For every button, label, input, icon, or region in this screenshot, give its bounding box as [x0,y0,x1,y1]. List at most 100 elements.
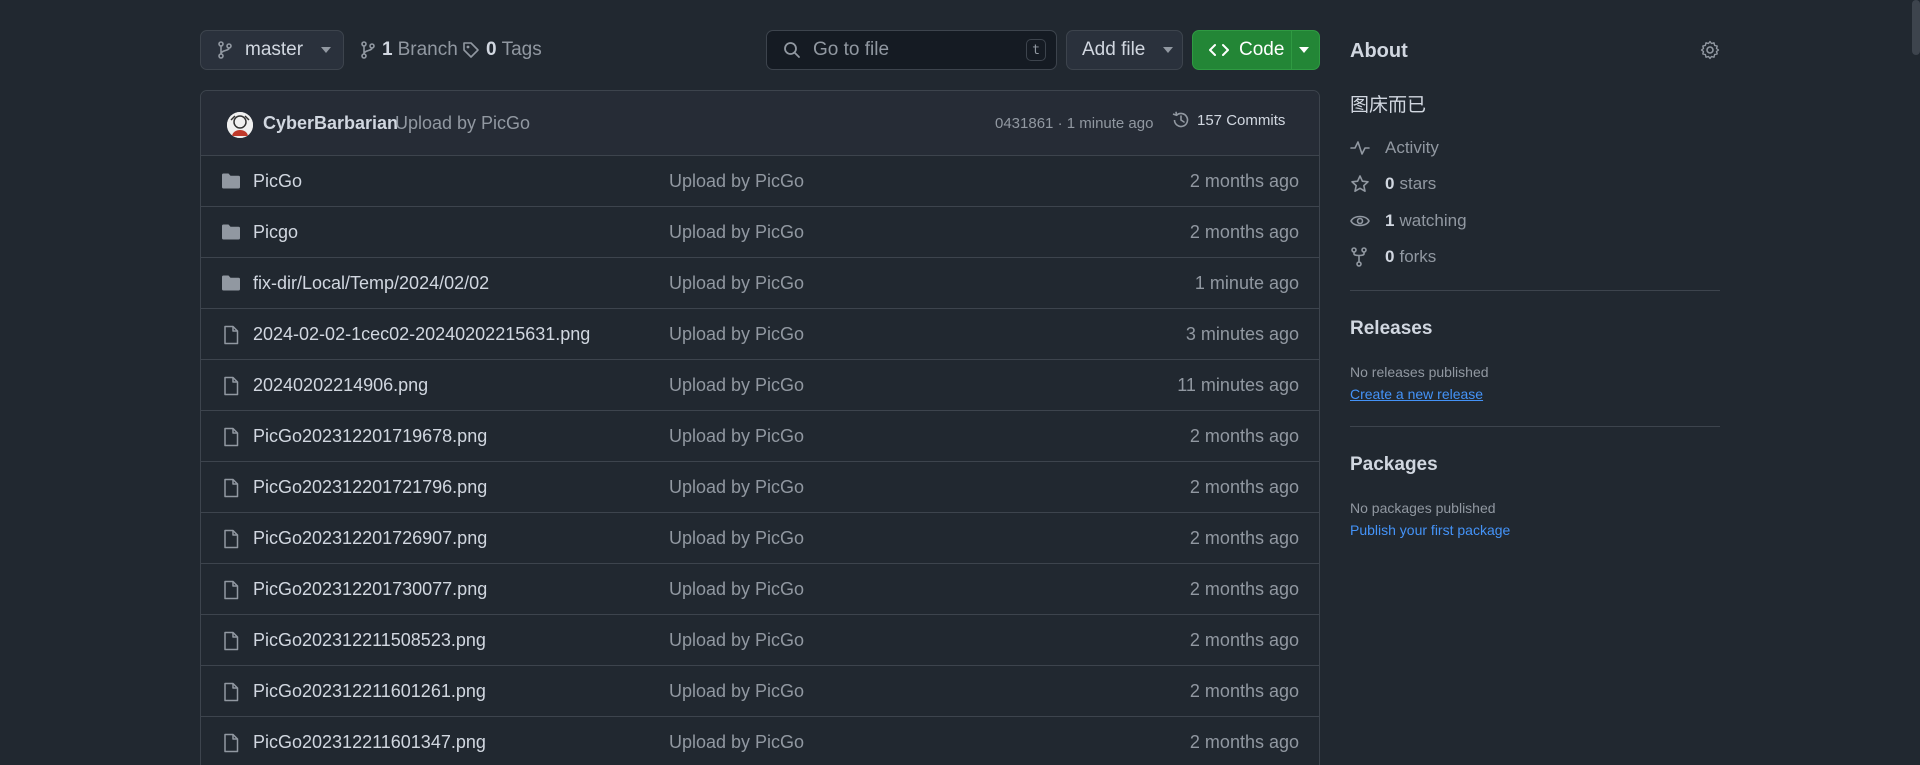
activity-label: Activity [1385,138,1439,157]
file-commit-message[interactable]: Upload by PicGo [669,477,804,498]
button-divider [1291,31,1292,69]
file-name-link[interactable]: PicGo202312201726907.png [253,528,487,549]
packages-empty-text: No packages published [1350,500,1496,516]
file-name-link[interactable]: PicGo202312211601347.png [253,732,486,753]
file-commit-message[interactable]: Upload by PicGo [669,681,804,702]
shortcut-key: t [1026,39,1046,61]
commit-author-link[interactable]: CyberBarbarian [263,113,398,134]
create-release-link[interactable]: Create a new release [1350,386,1483,402]
watching-link[interactable]: 1 watching [1350,211,1467,231]
file-row[interactable]: 20240202214906.png Upload by PicGo 11 minu… [201,360,1319,411]
eye-icon [1350,213,1370,229]
tags-link[interactable]: 0 Tags [462,30,542,70]
file-row[interactable]: fix-dir/Local/Temp/2024/02/02 Upload by P… [201,258,1319,309]
file-list: PicGo Upload by PicGo 2 months ago Picgo Upl… [201,156,1319,765]
branches-link[interactable]: 1 Branch [360,30,458,70]
activity-link[interactable]: Activity [1350,138,1439,158]
search-placeholder: Go to file [813,39,890,60]
file-icon [221,580,241,600]
latest-commit-bar: CyberBarbarian Upload by PicGo 0431861 ·… [201,91,1319,156]
commit-message-link[interactable]: Upload by PicGo [395,113,530,134]
file-row[interactable]: PicGo202312211508523.png Upload by PicGo 2… [201,615,1319,666]
file-commit-message[interactable]: Upload by PicGo [669,426,804,447]
forks-label: forks [1399,247,1437,266]
file-commit-date: 2 months ago [1189,681,1299,701]
folder-icon [221,274,241,292]
file-name-link[interactable]: PicGo202312211508523.png [253,630,486,651]
file-commit-message[interactable]: Upload by PicGo [669,375,804,396]
file-name-link[interactable]: PicGo [253,171,302,192]
forks-count: 0 [1385,247,1395,266]
forks-link[interactable]: 0 forks [1350,247,1436,267]
file-commit-message[interactable]: Upload by PicGo [669,324,804,345]
file-name-link[interactable]: Picgo [253,222,298,243]
commits-count: 157 Commits [1197,111,1286,129]
pulse-icon [1350,139,1370,157]
file-row[interactable]: PicGo202312201719678.png Upload by PicGo 2… [201,411,1319,462]
file-commit-message[interactable]: Upload by PicGo [669,222,804,243]
branch-selector-button[interactable]: master [200,30,344,70]
file-row[interactable]: PicGo202312201730077.png Upload by PicGo 2… [201,564,1319,615]
file-commit-date: 2 months ago [1189,732,1299,752]
file-name-link[interactable]: PicGo202312201719678.png [253,426,487,447]
file-icon [221,427,241,447]
watching-label: watching [1399,211,1467,230]
file-name-link[interactable]: PicGo202312201730077.png [253,579,487,600]
file-name-link[interactable]: 2024-02-02-1cec02-20240202215631.png [253,324,590,345]
about-title: About [1350,40,1408,62]
commit-sha-time[interactable]: 0431861 · 1 minute ago [995,115,1153,132]
chevron-down-icon [1163,47,1174,53]
git-branch-icon [217,41,233,59]
branch-name: master [245,39,304,60]
file-icon [221,325,241,345]
divider [1350,290,1720,291]
code-button[interactable]: Code [1192,30,1320,70]
go-to-file-input[interactable]: Go to file t [766,30,1057,70]
file-icon [221,376,241,396]
file-icon [221,529,241,549]
file-row[interactable]: PicGo202312211601261.png Upload by PicGo 2… [201,666,1319,717]
file-name-link[interactable]: PicGo202312201721796.png [253,477,487,498]
packages-title[interactable]: Packages [1350,454,1438,476]
releases-title[interactable]: Releases [1350,318,1432,340]
file-row[interactable]: PicGo202312201726907.png Upload by PicGo 2… [201,513,1319,564]
file-commit-message[interactable]: Upload by PicGo [669,630,804,651]
code-label: Code [1239,39,1285,60]
file-name-link[interactable]: 20240202214906.png [253,375,428,396]
avatar[interactable] [227,112,253,138]
search-icon [783,41,801,59]
file-commit-message[interactable]: Upload by PicGo [669,528,804,549]
file-commit-message[interactable]: Upload by PicGo [669,579,804,600]
code-icon [1209,42,1229,58]
file-name-link[interactable]: fix-dir/Local/Temp/2024/02/02 [253,273,489,294]
file-icon [221,682,241,702]
releases-empty-text: No releases published [1350,364,1489,380]
folder-icon [221,223,241,241]
file-commit-date: 2 months ago [1189,171,1299,191]
file-icon [221,478,241,498]
page-scrollbar[interactable] [1912,0,1920,55]
file-commit-message[interactable]: Upload by PicGo [669,732,804,753]
git-branch-icon [360,41,376,59]
folder-icon [221,172,241,190]
publish-package-link[interactable]: Publish your first package [1350,522,1510,538]
file-row[interactable]: 2024-02-02-1cec02-20240202215631.png Uplo… [201,309,1319,360]
repo-toolbar: master 1 Branch 0 Tags Go to file t Add … [200,30,1320,70]
file-row[interactable]: PicGo202312201721796.png Upload by PicGo 2… [201,462,1319,513]
stars-link[interactable]: 0 stars [1350,174,1436,194]
file-commit-date: 2 months ago [1189,477,1299,497]
file-row[interactable]: Picgo Upload by PicGo 2 months ago [201,207,1319,258]
file-commit-message[interactable]: Upload by PicGo [669,273,804,294]
stars-label: stars [1399,174,1437,193]
gear-icon[interactable] [1700,40,1720,60]
file-row[interactable]: PicGo Upload by PicGo 2 months ago [201,156,1319,207]
file-name-link[interactable]: PicGo202312211601261.png [253,681,486,702]
file-row[interactable]: PicGo202312211601347.png Upload by PicGo 2… [201,717,1319,765]
commits-history-link[interactable]: 157 Commits [1171,110,1285,130]
stars-count: 0 [1385,174,1395,193]
file-commit-date: 2 months ago [1189,630,1299,650]
tag-icon [462,41,480,59]
fork-icon [1350,247,1370,267]
add-file-button[interactable]: Add file [1066,30,1183,70]
file-commit-message[interactable]: Upload by PicGo [669,171,804,192]
